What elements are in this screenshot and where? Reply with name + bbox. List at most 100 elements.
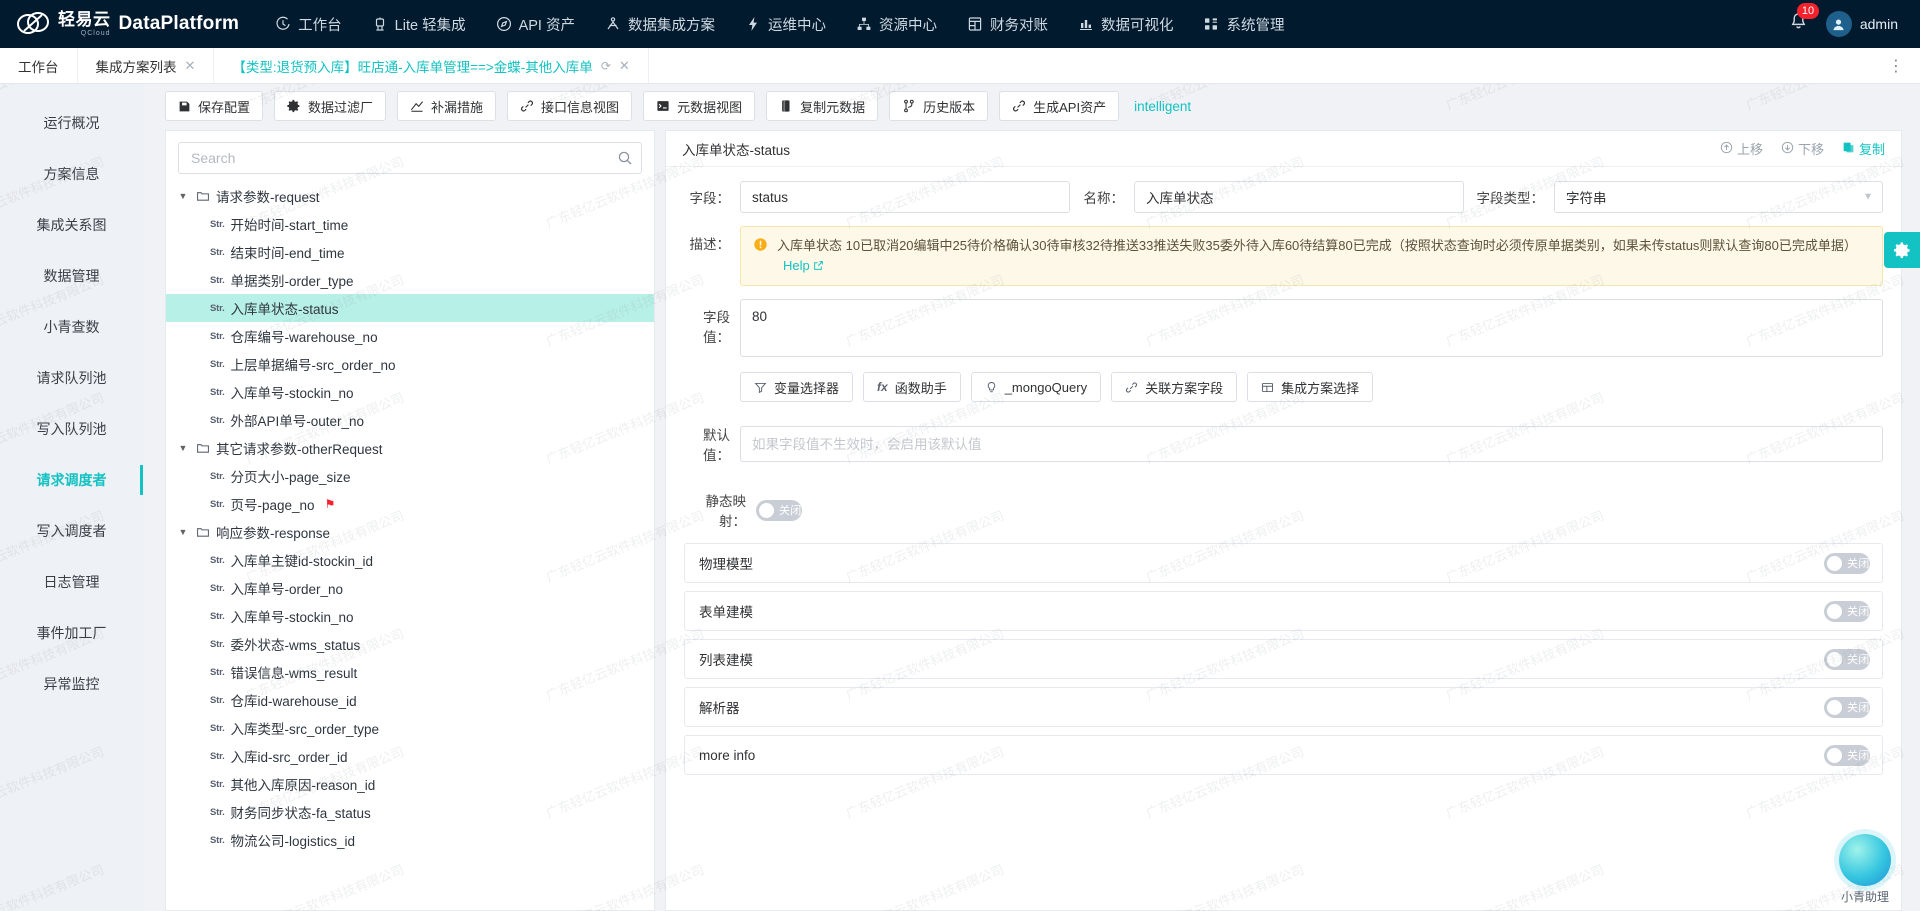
section-list-modeling[interactable]: 列表建模 关闭 — [684, 639, 1883, 679]
sidebar-item-data-management[interactable]: 数据管理 — [0, 255, 143, 297]
tree-item-src-order-type[interactable]: Str. 入库类型-src_order_type — [166, 714, 654, 742]
tab-workbench[interactable]: 工作台 — [0, 48, 78, 83]
close-icon[interactable]: ✕ — [619, 58, 630, 74]
intelligent-link[interactable]: intelligent — [1134, 99, 1191, 114]
section-physical-model[interactable]: 物理模型 关闭 — [684, 543, 1883, 583]
nav-item-finance-reconciliation[interactable]: 财务对账 — [953, 8, 1062, 41]
copy-metadata-button[interactable]: 复制元数据 — [766, 91, 878, 121]
field-key-input[interactable] — [740, 181, 1070, 213]
patch-measure-button[interactable]: 补漏措施 — [397, 91, 496, 121]
sidebar-item-write-scheduler[interactable]: 写入调度者 — [0, 510, 143, 552]
nav-item-ops-center[interactable]: 运维中心 — [731, 8, 840, 41]
tree-item-end-time[interactable]: Str. 结束时间-end_time — [166, 238, 654, 266]
tree-item-outer-no[interactable]: Str. 外部API单号-outer_no — [166, 406, 654, 434]
tree-folder-response[interactable]: ▼ 响应参数-response — [166, 518, 654, 546]
chevron-down-icon[interactable]: ▼ — [176, 443, 190, 453]
main-body: 运行概况 方案信息 集成关系图 数据管理 小青查数 请求队列池 写入队列池 请求… — [0, 84, 1920, 911]
data-filter-button[interactable]: 数据过滤厂 — [274, 91, 386, 121]
default-value-input[interactable] — [740, 426, 1883, 462]
nav-item-resource-center[interactable]: 资源中心 — [842, 8, 951, 41]
sidebar-item-request-scheduler[interactable]: 请求调度者 — [0, 459, 143, 501]
nav-item-api-assets[interactable]: API 资产 — [482, 8, 589, 41]
tree-folder-request[interactable]: ▼ 请求参数-request — [166, 182, 654, 210]
brand-logo[interactable]: 轻易云 QCloud DataPlatform — [16, 9, 239, 39]
tree-item-start-time[interactable]: Str. 开始时间-start_time — [166, 210, 654, 238]
tab-overflow-menu-button[interactable]: ⋮ — [1872, 48, 1920, 83]
generate-api-asset-button[interactable]: 生成API资产 — [999, 91, 1119, 121]
sidebar-item-event-factory[interactable]: 事件加工厂 — [0, 612, 143, 654]
action-label: 上移 — [1737, 139, 1763, 158]
tree-item-reason-id[interactable]: Str. 其他入库原因-reason_id — [166, 770, 654, 798]
tree-item-response-stockin-no[interactable]: Str. 入库单号-stockin_no — [166, 602, 654, 630]
variable-selector-button[interactable]: 变量选择器 — [740, 372, 853, 402]
tree-item-page-no[interactable]: Str. 页号-page_no ⚑ — [166, 490, 654, 518]
tree-item-src-order-no[interactable]: Str. 上层单据编号-src_order_no — [166, 350, 654, 378]
sidebar-item-log-management[interactable]: 日志管理 — [0, 561, 143, 603]
tree-item-stockin-id[interactable]: Str. 入库单主键id-stockin_id — [166, 546, 654, 574]
tree-item-warehouse-no[interactable]: Str. 仓库编号-warehouse_no — [166, 322, 654, 350]
tree-item-order-no[interactable]: Str. 入库单号-order_no — [166, 574, 654, 602]
chevron-down-icon[interactable]: ▼ — [176, 191, 190, 201]
metadata-view-button[interactable]: 元数据视图 — [643, 91, 755, 121]
move-down-button[interactable]: 下移 — [1781, 139, 1824, 158]
chevron-down-icon[interactable]: ▼ — [176, 527, 190, 537]
tree-item-fa-status[interactable]: Str. 财务同步状态-fa_status — [166, 798, 654, 826]
help-link[interactable]: Help — [783, 258, 824, 273]
field-type-input[interactable] — [1554, 181, 1883, 213]
search-box[interactable] — [178, 142, 642, 174]
tree-item-src-order-id[interactable]: Str. 入库id-src_order_id — [166, 742, 654, 770]
sidebar-item-relation-graph[interactable]: 集成关系图 — [0, 204, 143, 246]
sidebar-item-request-queue-pool[interactable]: 请求队列池 — [0, 357, 143, 399]
integration-scheme-select-button[interactable]: 集成方案选择 — [1247, 372, 1373, 402]
parser-toggle[interactable]: 关闭 — [1824, 697, 1870, 718]
tree-item-page-size[interactable]: Str. 分页大小-page_size — [166, 462, 654, 490]
section-more-info[interactable]: more info 关闭 — [684, 735, 1883, 775]
nav-item-data-integration[interactable]: 数据集成方案 — [591, 8, 729, 41]
field-value-textarea[interactable] — [740, 299, 1883, 357]
tab-active-scheme[interactable]: 【类型:退货预入库】旺店通-入库单管理==>金蝶-其他入库单 ⟳ ✕ — [214, 48, 648, 83]
nav-item-data-visualization[interactable]: 数据可视化 — [1064, 8, 1188, 41]
search-icon[interactable] — [617, 150, 633, 166]
tree-item-wms-status[interactable]: Str. 委外状态-wms_status — [166, 630, 654, 658]
tree-item-stockin-no[interactable]: Str. 入库单号-stockin_no — [166, 378, 654, 406]
tree-item-warehouse-id[interactable]: Str. 仓库id-warehouse_id — [166, 686, 654, 714]
close-icon[interactable]: ✕ — [185, 58, 196, 74]
static-map-toggle[interactable]: 关闭 — [756, 500, 802, 521]
nav-item-system-management[interactable]: 系统管理 — [1189, 8, 1298, 41]
sidebar-item-exception-monitor[interactable]: 异常监控 — [0, 663, 143, 705]
form-modeling-toggle[interactable]: 关闭 — [1824, 601, 1870, 622]
refresh-icon[interactable]: ⟳ — [601, 59, 611, 73]
tree-item-logistics-id[interactable]: Str. 物流公司-logistics_id — [166, 826, 654, 854]
physical-model-toggle[interactable]: 关闭 — [1824, 553, 1870, 574]
move-up-button[interactable]: 上移 — [1720, 139, 1763, 158]
section-form-modeling[interactable]: 表单建模 关闭 — [684, 591, 1883, 631]
sidebar-item-overview[interactable]: 运行概况 — [0, 102, 143, 144]
save-config-button[interactable]: 保存配置 — [165, 91, 263, 121]
interface-info-view-button[interactable]: 接口信息视图 — [507, 91, 632, 121]
tree-item-status[interactable]: Str. 入库单状态-status — [166, 294, 654, 322]
more-info-toggle[interactable]: 关闭 — [1824, 745, 1870, 766]
tree-folder-other-request[interactable]: ▼ 其它请求参数-otherRequest — [166, 434, 654, 462]
mongo-query-button[interactable]: _mongoQuery — [971, 372, 1101, 402]
tree-item-wms-result[interactable]: Str. 错误信息-wms_result — [166, 658, 654, 686]
search-input[interactable] — [191, 150, 617, 166]
assistant-widget[interactable]: 小青助理 — [1822, 834, 1908, 905]
tab-integration-list[interactable]: 集成方案列表 ✕ — [78, 48, 215, 83]
copy-field-button[interactable]: 复制 — [1842, 139, 1885, 158]
notification-bell-button[interactable]: 10 — [1789, 12, 1808, 36]
field-type-select[interactable]: ▼ — [1554, 181, 1883, 213]
nav-item-workbench[interactable]: 工作台 — [261, 8, 356, 41]
related-scheme-field-button[interactable]: 关联方案字段 — [1111, 372, 1237, 402]
tree-item-order-type[interactable]: Str. 单据类别-order_type — [166, 266, 654, 294]
sidebar-item-xiaoqing-query[interactable]: 小青查数 — [0, 306, 143, 348]
function-helper-button[interactable]: fx 函数助手 — [863, 372, 961, 402]
settings-fab-button[interactable] — [1884, 232, 1920, 268]
sidebar-item-scheme-info[interactable]: 方案信息 — [0, 153, 143, 195]
history-version-button[interactable]: 历史版本 — [889, 91, 988, 121]
section-parser[interactable]: 解析器 关闭 — [684, 687, 1883, 727]
field-name-input[interactable] — [1134, 181, 1464, 213]
user-menu[interactable]: admin — [1826, 11, 1898, 37]
sidebar-item-write-queue-pool[interactable]: 写入队列池 — [0, 408, 143, 450]
list-modeling-toggle[interactable]: 关闭 — [1824, 649, 1870, 670]
nav-item-lite-integration[interactable]: Lite 轻集成 — [358, 8, 480, 41]
